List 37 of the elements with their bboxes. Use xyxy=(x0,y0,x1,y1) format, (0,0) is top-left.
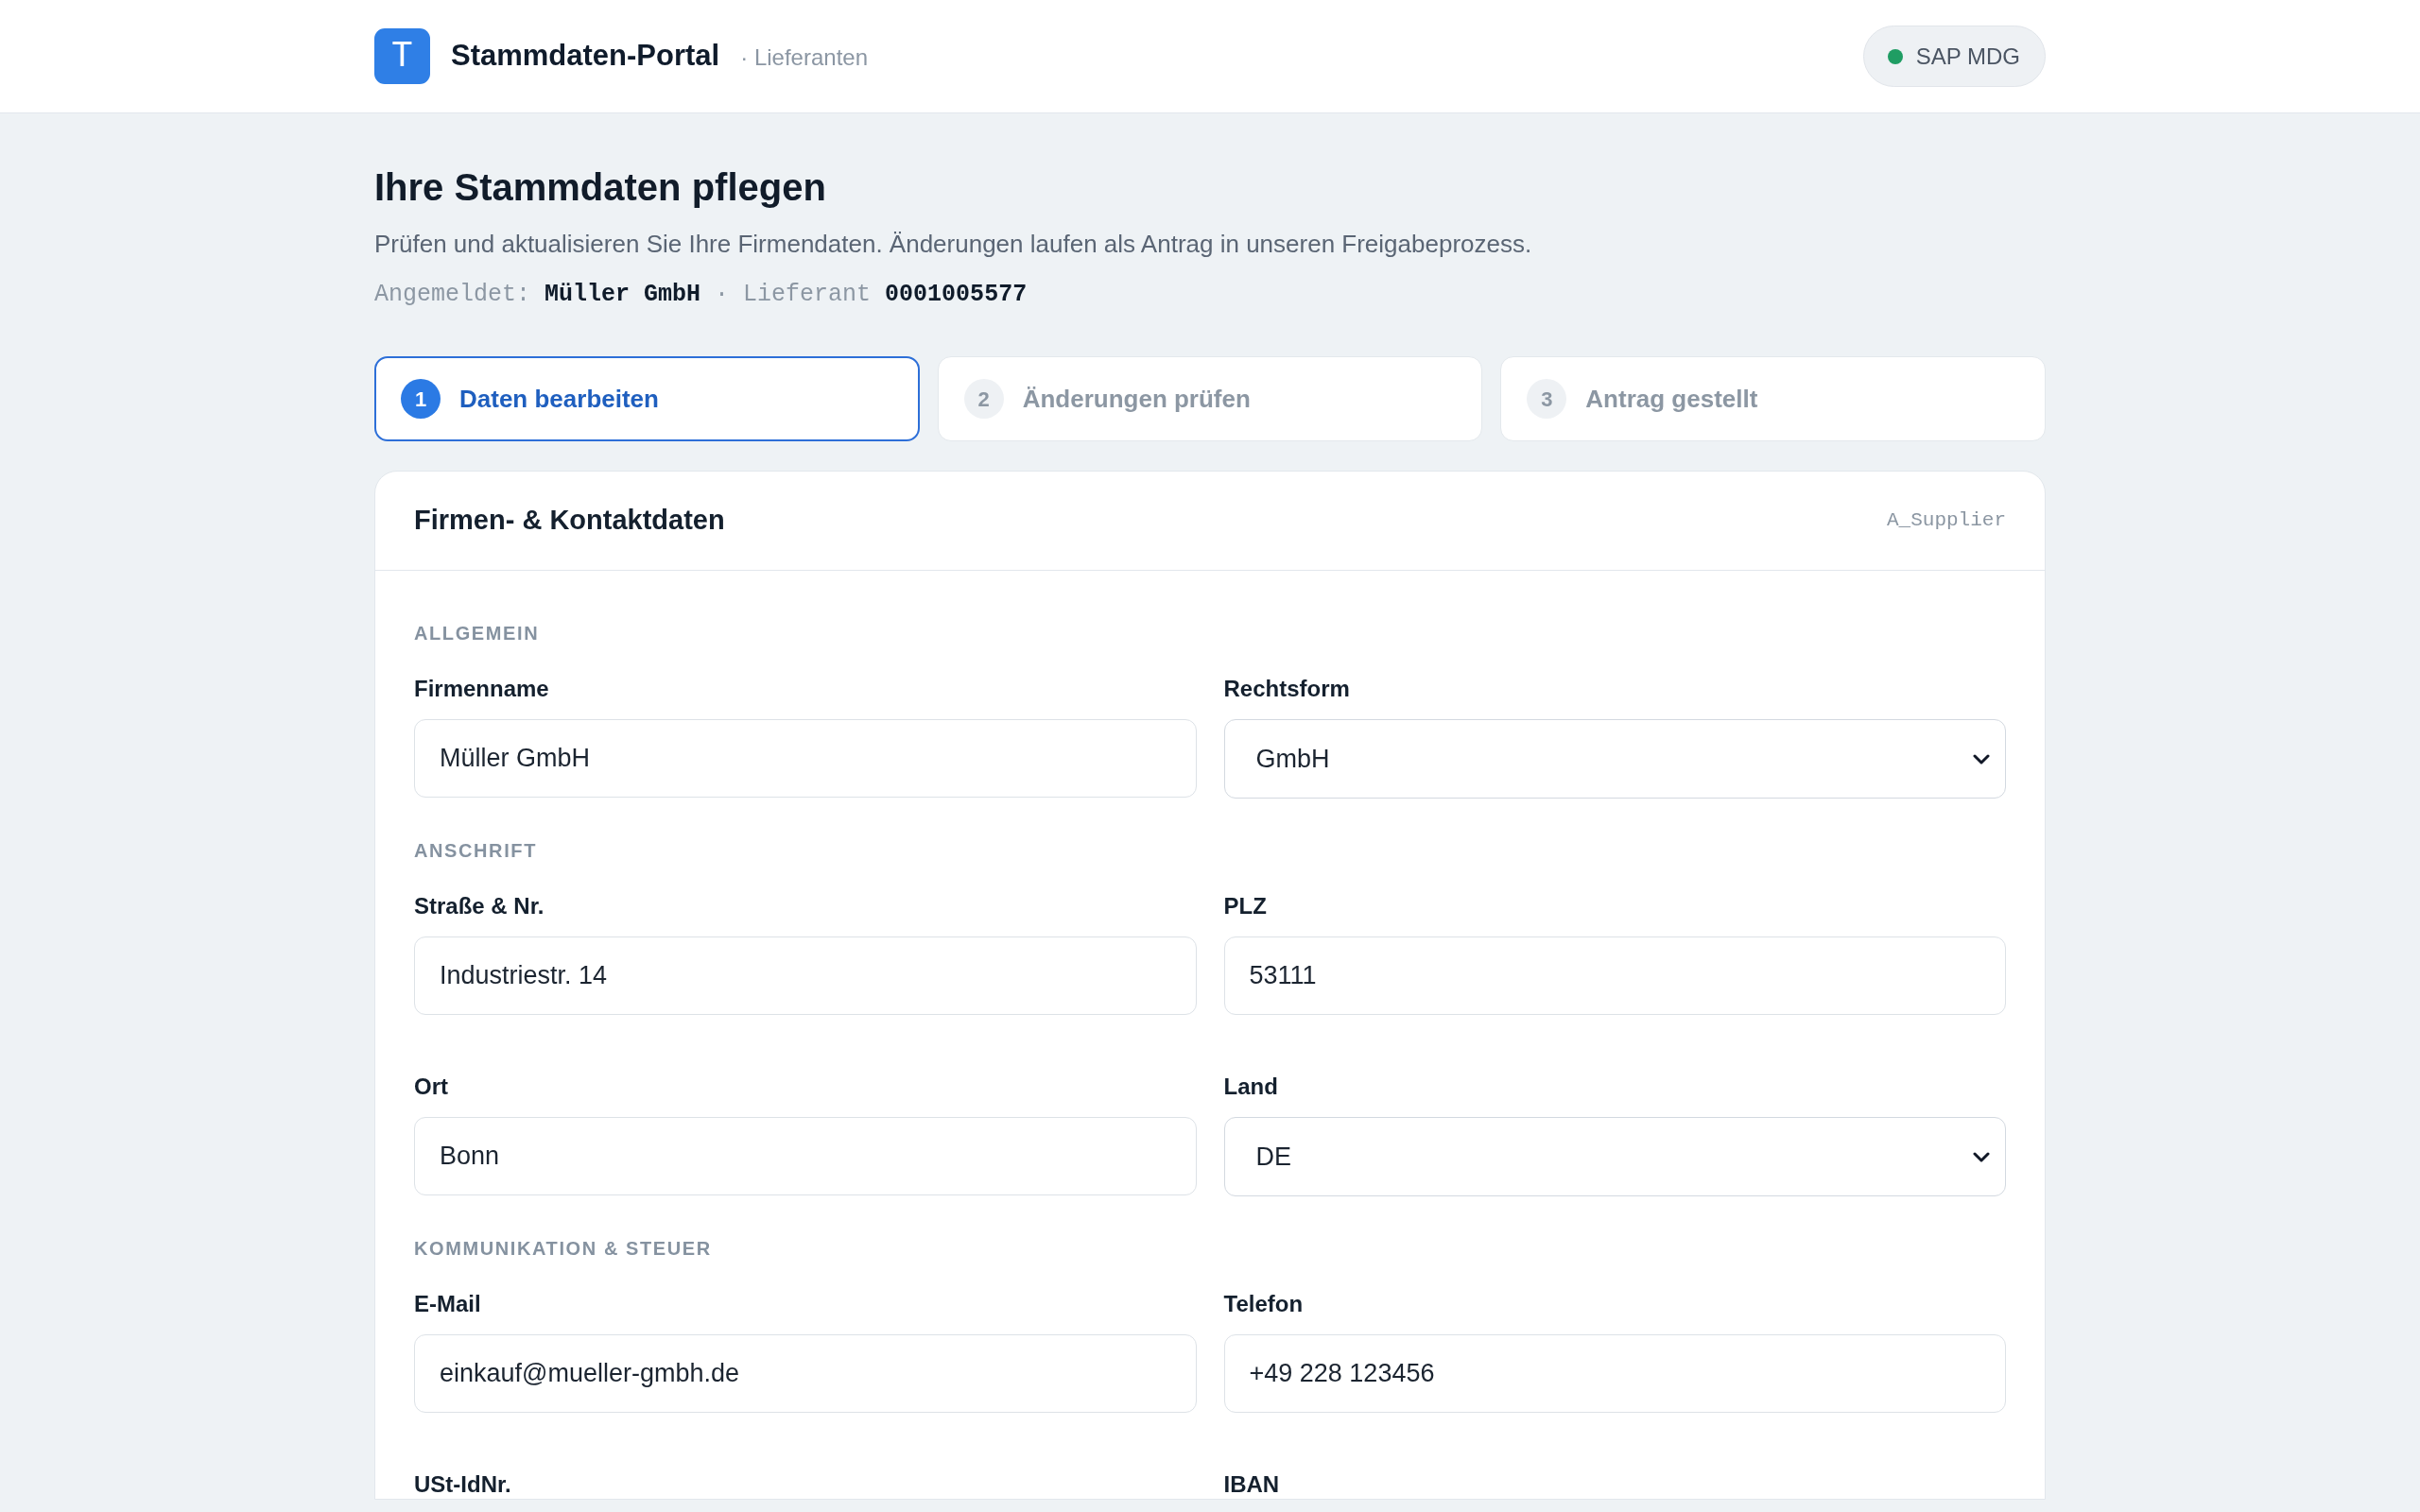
select-field[interactable]: DE xyxy=(1223,1117,2006,1196)
session-info: Angemeldet: Müller GmbH · Lieferant 0001005577 xyxy=(374,280,1028,310)
field-label: E-Mail xyxy=(414,1290,481,1318)
step-number: 1 xyxy=(401,379,441,419)
section-heading: ANSCHRIFT xyxy=(414,839,537,862)
app-title: Stammdaten-Portal xyxy=(451,38,720,75)
step-number: 2 xyxy=(963,379,1004,419)
chevron-down-icon xyxy=(1973,1151,1990,1162)
app-logo: T xyxy=(374,28,430,84)
step-label: Änderungen prüfen xyxy=(1022,383,1251,415)
input-field[interactable]: einkauf@mueller-gmbh.de xyxy=(414,1334,1197,1413)
input-field[interactable]: 53111 xyxy=(1223,936,2006,1015)
field-label: PLZ xyxy=(1223,892,1267,920)
field-label: IBAN xyxy=(1223,1470,1280,1499)
step-label: Daten bearbeiten xyxy=(459,383,659,415)
field-label: Firmenname xyxy=(414,675,549,703)
section-heading: KOMMUNIKATION & STEUER xyxy=(414,1237,712,1260)
input-field[interactable]: Müller GmbH xyxy=(414,719,1197,798)
step-number: 3 xyxy=(1527,379,1567,419)
section-heading: ALLGEMEIN xyxy=(414,622,540,644)
select-field[interactable]: GmbH xyxy=(1223,719,2006,799)
page-title: Ihre Stammdaten pflegen xyxy=(374,165,827,210)
input-field[interactable]: Bonn xyxy=(414,1117,1197,1195)
input-field[interactable]: Industriestr. 14 xyxy=(414,936,1197,1015)
app-subtitle: · Lieferanten xyxy=(740,43,868,72)
field-label: Straße & Nr. xyxy=(414,892,544,920)
card-title: Firmen- & Kontaktdaten xyxy=(414,504,725,538)
chevron-down-icon xyxy=(1973,753,1990,765)
input-field[interactable]: +49 228 123456 xyxy=(1223,1334,2006,1413)
field-label: Ort xyxy=(414,1073,448,1101)
field-label: Land xyxy=(1223,1073,1278,1101)
field-label: Rechtsform xyxy=(1223,675,1350,703)
entity-name: A_Supplier xyxy=(1886,508,2006,534)
step-label: Antrag gestellt xyxy=(1585,383,1758,415)
page-description: Prüfen und aktualisieren Sie Ihre Firmendaten. Änderungen laufen als Antrag in unseren Freigabeprozess. xyxy=(374,229,1533,260)
field-label: Telefon xyxy=(1223,1290,1304,1318)
system-label: SAP MDG xyxy=(1915,42,2020,71)
